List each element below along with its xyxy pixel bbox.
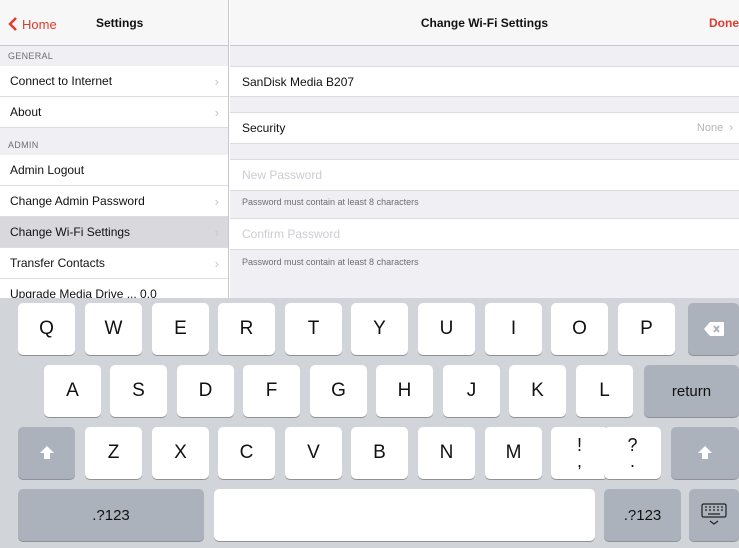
sidebar-item-transfer-contacts[interactable]: Transfer Contacts › bbox=[0, 248, 228, 279]
space-key[interactable] bbox=[214, 489, 595, 541]
return-key[interactable]: return bbox=[644, 365, 739, 417]
onscreen-keyboard: Q W E R T Y U I O P A S D F G H J K L re… bbox=[0, 298, 739, 548]
key-h[interactable]: H bbox=[376, 365, 433, 417]
section-header-admin: ADMIN bbox=[8, 140, 39, 150]
shift-arrow-icon bbox=[39, 446, 54, 459]
done-button[interactable]: Done bbox=[709, 16, 739, 30]
network-name-field[interactable]: SanDisk Media B207 bbox=[230, 66, 739, 97]
shift-arrow-icon bbox=[698, 446, 712, 459]
sidebar-item-about[interactable]: About › bbox=[0, 97, 228, 128]
page-title: Change Wi-Fi Settings bbox=[420, 16, 549, 30]
sidebar-item-label: Upgrade Media Drive ... 0.0 bbox=[10, 287, 157, 298]
key-r[interactable]: R bbox=[218, 303, 275, 355]
security-row[interactable]: Security None › bbox=[230, 112, 739, 144]
chevron-right-icon: › bbox=[214, 105, 219, 120]
key-q[interactable]: Q bbox=[18, 303, 75, 355]
chevron-right-icon: › bbox=[214, 74, 219, 89]
sidebar-item-label: Change Admin Password bbox=[10, 194, 145, 208]
key-b[interactable]: B bbox=[351, 427, 408, 479]
key-l[interactable]: L bbox=[576, 365, 633, 417]
delete-key[interactable] bbox=[688, 303, 739, 355]
key-p[interactable]: P bbox=[618, 303, 675, 355]
key-j[interactable]: J bbox=[443, 365, 500, 417]
key-f[interactable]: F bbox=[243, 365, 300, 417]
sidebar-nav-bar: Home Settings bbox=[0, 0, 228, 46]
sidebar-item-label: Change Wi-Fi Settings bbox=[10, 225, 131, 239]
chevron-right-icon: › bbox=[214, 225, 219, 240]
main-nav-bar: Change Wi-Fi Settings Done bbox=[230, 0, 739, 46]
key-e[interactable]: E bbox=[152, 303, 209, 355]
sidebar-item-label: Transfer Contacts bbox=[10, 256, 105, 270]
numbers-key-right[interactable]: .?123 bbox=[604, 489, 681, 541]
confirm-password-row bbox=[230, 218, 739, 250]
key-s[interactable]: S bbox=[110, 365, 167, 417]
key-x[interactable]: X bbox=[152, 427, 209, 479]
key-t[interactable]: T bbox=[285, 303, 342, 355]
new-password-row bbox=[230, 159, 739, 191]
sidebar-item-change-wifi-settings[interactable]: Change Wi-Fi Settings › bbox=[0, 217, 228, 248]
key-a[interactable]: A bbox=[44, 365, 101, 417]
sidebar-item-label: Admin Logout bbox=[10, 163, 85, 177]
new-password-hint: Password must contain at least 8 charact… bbox=[242, 197, 419, 207]
hide-keyboard-key[interactable] bbox=[689, 489, 739, 541]
chevron-right-icon: › bbox=[214, 256, 219, 271]
sidebar-item-label: About bbox=[10, 105, 42, 119]
key-o[interactable]: O bbox=[551, 303, 608, 355]
shift-key-right[interactable] bbox=[671, 427, 739, 479]
confirm-password-hint: Password must contain at least 8 charact… bbox=[242, 257, 419, 267]
chevron-right-icon: › bbox=[214, 194, 219, 209]
security-value: None bbox=[696, 122, 724, 134]
key-c[interactable]: C bbox=[218, 427, 275, 479]
key-d[interactable]: D bbox=[177, 365, 234, 417]
sidebar-item-change-admin-password[interactable]: Change Admin Password › bbox=[0, 186, 228, 217]
section-header-general: GENERAL bbox=[8, 51, 54, 61]
key-k[interactable]: K bbox=[509, 365, 566, 417]
home-back-button[interactable]: Home bbox=[8, 14, 57, 34]
sidebar-item-upgrade-media-drive[interactable]: Upgrade Media Drive ... 0.0 bbox=[0, 279, 228, 298]
settings-sidebar: Home Settings GENERAL Connect to Interne… bbox=[0, 0, 229, 298]
backspace-icon bbox=[703, 322, 724, 336]
key-exclamation-comma[interactable]: !, bbox=[551, 427, 608, 479]
keyboard-dismiss-icon bbox=[701, 503, 727, 525]
key-question-period[interactable]: ?. bbox=[604, 427, 661, 479]
new-password-input[interactable] bbox=[242, 168, 642, 182]
network-name-value: SanDisk Media B207 bbox=[242, 75, 355, 89]
key-n[interactable]: N bbox=[418, 427, 475, 479]
sidebar-title: Settings bbox=[96, 16, 144, 30]
key-i[interactable]: I bbox=[485, 303, 542, 355]
shift-key-left[interactable] bbox=[18, 427, 75, 479]
confirm-password-input[interactable] bbox=[242, 227, 642, 241]
key-m[interactable]: M bbox=[485, 427, 542, 479]
wifi-settings-panel: Change Wi-Fi Settings Done SanDisk Media… bbox=[230, 0, 739, 298]
key-g[interactable]: G bbox=[310, 365, 367, 417]
sidebar-item-admin-logout[interactable]: Admin Logout bbox=[0, 155, 228, 186]
sidebar-item-label: Connect to Internet bbox=[10, 74, 113, 88]
key-v[interactable]: V bbox=[285, 427, 342, 479]
chevron-right-icon: › bbox=[726, 122, 733, 134]
home-back-label: Home bbox=[22, 16, 57, 32]
key-w[interactable]: W bbox=[85, 303, 142, 355]
chevron-left-icon bbox=[8, 17, 17, 31]
key-u[interactable]: U bbox=[418, 303, 475, 355]
key-y[interactable]: Y bbox=[351, 303, 408, 355]
key-z[interactable]: Z bbox=[85, 427, 142, 479]
security-value-group: None › bbox=[697, 113, 733, 143]
numbers-key-left[interactable]: .?123 bbox=[18, 489, 204, 541]
sidebar-item-connect-to-internet[interactable]: Connect to Internet › bbox=[0, 66, 228, 97]
security-label: Security bbox=[242, 121, 286, 135]
